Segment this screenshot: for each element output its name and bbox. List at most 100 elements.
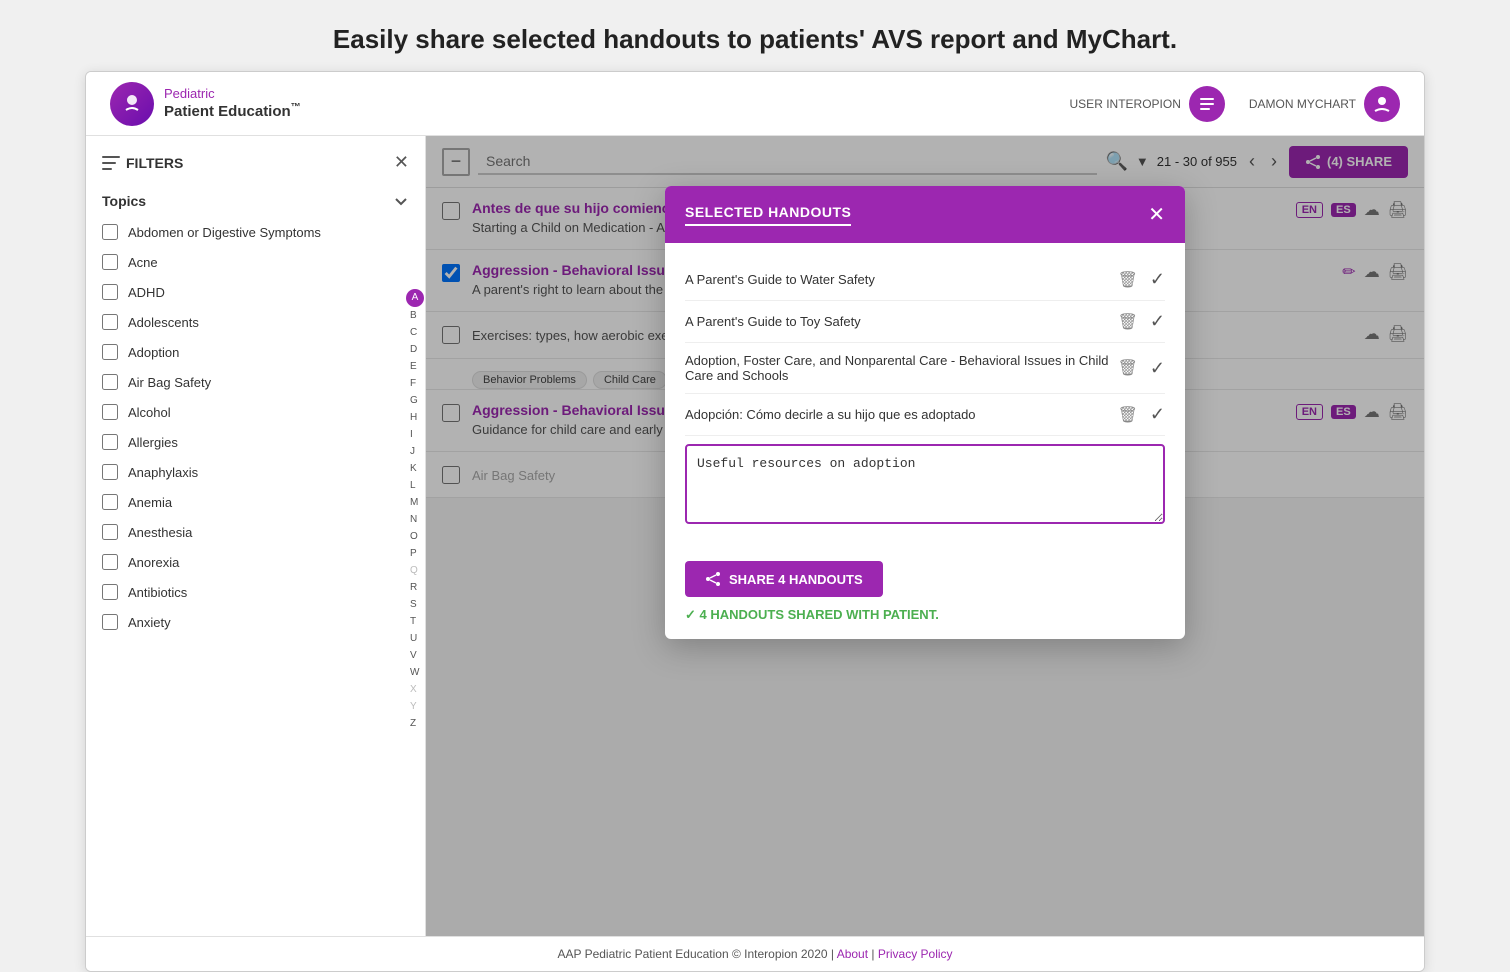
user-interopion-avatar[interactable] [1189, 86, 1225, 122]
list-item: Antibiotics [86, 577, 425, 607]
alphabet-letter-m[interactable]: M [406, 495, 424, 511]
alphabet-letter-w[interactable]: W [406, 665, 424, 681]
alphabet-letter-h[interactable]: H [406, 410, 424, 426]
alphabet-letter-p[interactable]: P [406, 546, 424, 562]
sidebar: FILTERS ✕ Topics A B C D E F G H [86, 136, 426, 936]
selected-handouts-modal: SELECTED HANDOUTS ✕ A Parent's Guide to … [665, 186, 1185, 639]
topic-checkbox-airbag[interactable] [102, 374, 118, 390]
topic-checkbox-anaphylaxis[interactable] [102, 464, 118, 480]
logo-bottom: Patient Education™ [164, 102, 301, 121]
list-item: Anemia [86, 487, 425, 517]
about-link[interactable]: About [837, 947, 868, 961]
list-item: Abdomen or Digestive Symptoms [86, 217, 425, 247]
modal-close-button[interactable]: ✕ [1148, 202, 1165, 227]
modal-body: A Parent's Guide to Water Safety 🗑 ✓ A P… [665, 243, 1185, 545]
topic-checkbox-acne[interactable] [102, 254, 118, 270]
topic-checkbox-alcohol[interactable] [102, 404, 118, 420]
notes-textarea[interactable]: Useful resources on adoption [685, 444, 1165, 524]
handout-row-1: A Parent's Guide to Water Safety 🗑 ✓ [685, 259, 1165, 301]
user-mychart-block: DAMON MYCHART [1249, 86, 1400, 122]
modal-footer: SHARE 4 HANDOUTS ✓ 4 HANDOUTS SHARED WIT… [665, 545, 1185, 639]
topic-checkbox-antibiotics[interactable] [102, 584, 118, 600]
topic-checkbox-adoption[interactable] [102, 344, 118, 360]
alphabet-letter-y[interactable]: Y [406, 699, 424, 715]
handout-2-actions: 🗑 ✓ [1118, 311, 1165, 332]
filters-label: FILTERS [102, 155, 183, 171]
handout-4-label: Adopción: Cómo decirle a su hijo que es … [685, 407, 976, 422]
handout-1-check-icon[interactable]: ✓ [1150, 269, 1165, 290]
logo-text: Pediatric Patient Education™ [164, 86, 301, 121]
alphabet-letter-r[interactable]: R [406, 580, 424, 596]
topic-checkbox-abdomen[interactable] [102, 224, 118, 240]
handout-1-actions: 🗑 ✓ [1118, 269, 1165, 290]
alphabet-letter-v[interactable]: V [406, 648, 424, 664]
alphabet-letter-s[interactable]: S [406, 597, 424, 613]
handout-2-check-icon[interactable]: ✓ [1150, 311, 1165, 332]
handout-2-delete-icon[interactable]: 🗑 [1118, 312, 1138, 332]
handout-4-delete-icon[interactable]: 🗑 [1118, 405, 1138, 425]
share-handouts-label: SHARE 4 HANDOUTS [729, 572, 863, 587]
alphabet-letter-n[interactable]: N [406, 512, 424, 528]
alphabet-letter-j[interactable]: J [406, 444, 424, 460]
user-interopion-block: USER INTEROPION [1070, 86, 1225, 122]
logo-top: Pediatric [164, 86, 301, 102]
alphabet-letter-z[interactable]: Z [406, 716, 424, 732]
user-interopion-label: USER INTEROPION [1070, 97, 1181, 111]
handout-3-check-icon[interactable]: ✓ [1150, 358, 1165, 379]
topic-checkbox-anemia[interactable] [102, 494, 118, 510]
list-item: Adoption [86, 337, 425, 367]
sidebar-close-button[interactable]: ✕ [394, 152, 409, 173]
alphabet-letter-l[interactable]: L [406, 478, 424, 494]
list-item: Alcohol [86, 397, 425, 427]
topic-checkbox-adhd[interactable] [102, 284, 118, 300]
logo-icon [110, 82, 154, 126]
share-handouts-button[interactable]: SHARE 4 HANDOUTS [685, 561, 883, 597]
app-frame: Pediatric Patient Education™ USER INTERO… [85, 71, 1425, 972]
page-title: Easily share selected handouts to patien… [0, 0, 1510, 71]
alphabet-letter-i[interactable]: I [406, 427, 424, 443]
alphabet-letter-d[interactable]: D [406, 342, 424, 358]
handout-row-2: A Parent's Guide to Toy Safety 🗑 ✓ [685, 301, 1165, 343]
sidebar-header: FILTERS ✕ [86, 152, 425, 185]
alphabet-bar: A B C D E F G H I J K L M N O P Q [406, 281, 424, 740]
alphabet-letter-g[interactable]: G [406, 393, 424, 409]
list-item: ADHD [86, 277, 425, 307]
list-item: Anaphylaxis [86, 457, 425, 487]
modal-overlay: SELECTED HANDOUTS ✕ A Parent's Guide to … [426, 136, 1424, 936]
alphabet-letter-f[interactable]: F [406, 376, 424, 392]
shared-confirm: ✓ 4 HANDOUTS SHARED WITH PATIENT. [685, 607, 1165, 623]
alphabet-letter-t[interactable]: T [406, 614, 424, 630]
header-user: USER INTEROPION DAMON MYCHART [1070, 86, 1400, 122]
user-mychart-label: DAMON MYCHART [1249, 97, 1356, 111]
handout-3-actions: 🗑 ✓ [1118, 358, 1165, 379]
alphabet-letter-x[interactable]: X [406, 682, 424, 698]
handout-1-label: A Parent's Guide to Water Safety [685, 272, 875, 287]
handout-4-actions: 🗑 ✓ [1118, 404, 1165, 425]
alphabet-letter-b[interactable]: B [406, 308, 424, 324]
handout-4-check-icon[interactable]: ✓ [1150, 404, 1165, 425]
handout-3-delete-icon[interactable]: 🗑 [1118, 358, 1138, 378]
handout-1-delete-icon[interactable]: 🗑 [1118, 270, 1138, 290]
alphabet-letter-a[interactable]: A [406, 289, 424, 307]
alphabet-letter-u[interactable]: U [406, 631, 424, 647]
footer-text: AAP Pediatric Patient Education © Intero… [557, 947, 834, 961]
topic-checkbox-allergies[interactable] [102, 434, 118, 450]
alphabet-letter-e[interactable]: E [406, 359, 424, 375]
list-item: Anorexia [86, 547, 425, 577]
app-body: FILTERS ✕ Topics A B C D E F G H [86, 136, 1424, 936]
handout-2-label: A Parent's Guide to Toy Safety [685, 314, 861, 329]
topic-checkbox-anxiety[interactable] [102, 614, 118, 630]
logo-area: Pediatric Patient Education™ [110, 82, 301, 126]
handout-3-label: Adoption, Foster Care, and Nonparental C… [685, 353, 1118, 383]
alphabet-letter-c[interactable]: C [406, 325, 424, 341]
alphabet-letter-k[interactable]: K [406, 461, 424, 477]
topic-checkbox-anorexia[interactable] [102, 554, 118, 570]
alphabet-letter-o[interactable]: O [406, 529, 424, 545]
list-item: Acne [86, 247, 425, 277]
user-mychart-avatar[interactable] [1364, 86, 1400, 122]
handout-row-4: Adopción: Cómo decirle a su hijo que es … [685, 394, 1165, 436]
alphabet-letter-q[interactable]: Q [406, 563, 424, 579]
topic-checkbox-adolescents[interactable] [102, 314, 118, 330]
topic-checkbox-anesthesia[interactable] [102, 524, 118, 540]
privacy-link[interactable]: Privacy Policy [878, 947, 953, 961]
